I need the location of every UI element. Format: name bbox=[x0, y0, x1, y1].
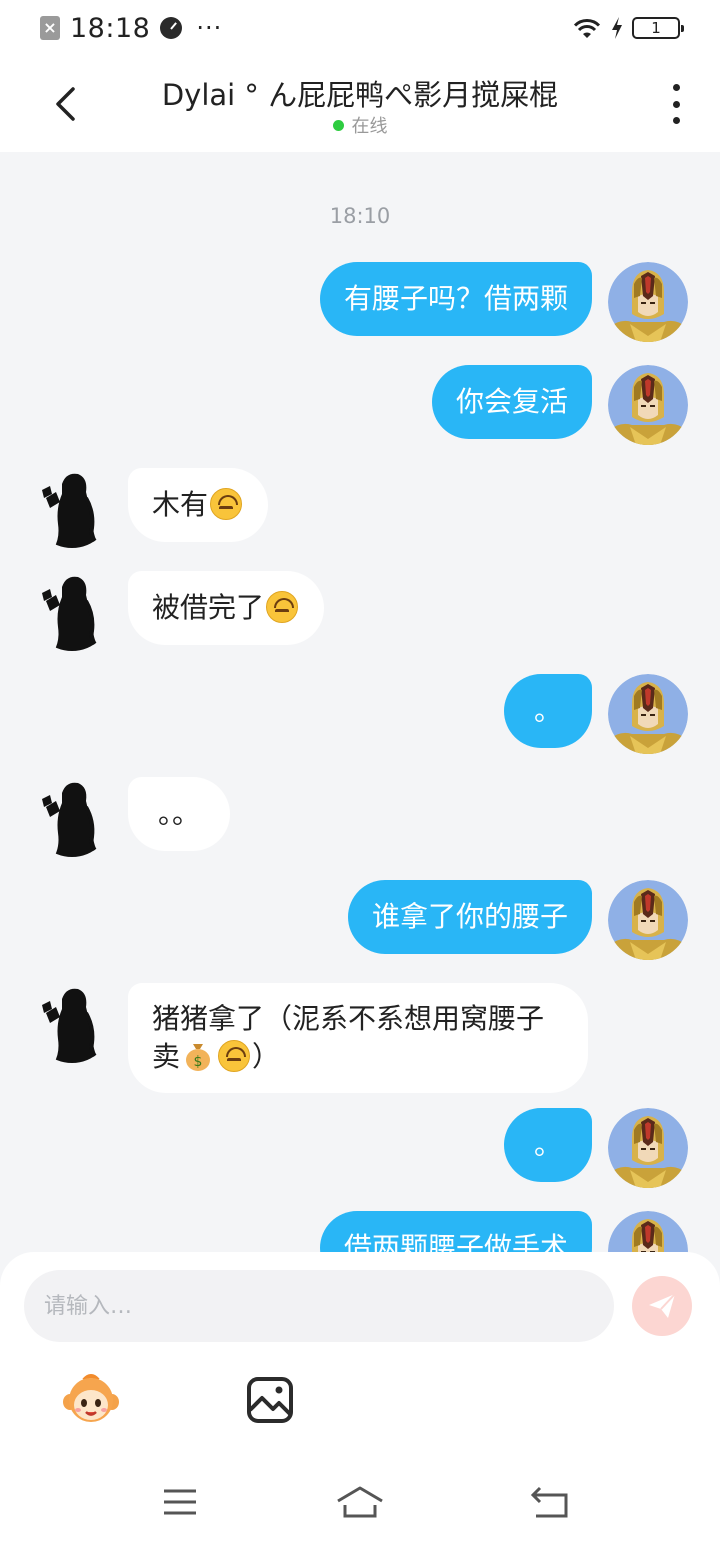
message-bubble[interactable]: 。 bbox=[503, 1108, 592, 1182]
more-dot-icon bbox=[672, 84, 680, 91]
chat-screen: × 18:18 ··· 1 Dylai ° ん屁屁鸭ぺ影月搅屎棍 在线 18:1… bbox=[0, 0, 720, 1544]
image-icon bbox=[247, 1377, 293, 1423]
message-bubble[interactable]: 谁拿了你的腰子 bbox=[347, 880, 592, 954]
back-icon bbox=[530, 1486, 568, 1518]
message-bubble[interactable]: 木有 bbox=[128, 468, 269, 542]
self-avatar[interactable] bbox=[608, 262, 688, 342]
more-button[interactable] bbox=[666, 84, 686, 124]
menu-icon bbox=[164, 1489, 196, 1515]
image-button[interactable] bbox=[246, 1376, 294, 1424]
online-status: 在线 bbox=[0, 112, 720, 138]
message-bubble[interactable]: 。。 bbox=[128, 777, 231, 851]
message-outgoing: 。 bbox=[0, 674, 720, 754]
sticker-icon bbox=[63, 1374, 119, 1422]
message-incoming: 猪猪拿了（泥系不系想用窝腰子卖 $） bbox=[0, 983, 720, 1093]
speed-icon bbox=[160, 17, 183, 39]
status-bar: × 18:18 ··· 1 bbox=[0, 0, 720, 56]
system-nav-bar bbox=[0, 1460, 720, 1544]
self-avatar[interactable] bbox=[608, 674, 688, 754]
status-time: 18:18 bbox=[70, 12, 151, 44]
contact-name: Dylai ° ん屁屁鸭ぺ影月搅屎棍 bbox=[161, 78, 559, 112]
message-bubble[interactable]: 你会复活 bbox=[431, 365, 592, 439]
message-outgoing: 有腰子吗？借两颗 bbox=[0, 262, 720, 342]
contact-avatar[interactable] bbox=[32, 571, 112, 651]
status-more-dots: ··· bbox=[196, 14, 223, 42]
upside-down-face-emoji-icon bbox=[210, 488, 243, 520]
message-incoming: 木有 bbox=[0, 468, 720, 548]
self-avatar[interactable] bbox=[608, 880, 688, 960]
charging-icon bbox=[610, 16, 624, 40]
send-button[interactable] bbox=[632, 1276, 692, 1336]
svg-text:$: $ bbox=[194, 1054, 203, 1070]
online-dot-icon bbox=[332, 119, 344, 131]
message-text: 被借完了 bbox=[152, 591, 265, 624]
contact-avatar[interactable] bbox=[32, 777, 112, 857]
message-bubble[interactable]: 有腰子吗？借两颗 bbox=[319, 262, 592, 336]
message-incoming: 被借完了 bbox=[0, 571, 720, 651]
paper-plane-icon bbox=[649, 1293, 676, 1318]
message-bubble[interactable]: 。 bbox=[503, 674, 592, 748]
upside-down-face-emoji-icon bbox=[266, 591, 299, 623]
upside-down-face-emoji-icon bbox=[218, 1040, 251, 1072]
self-avatar[interactable] bbox=[608, 365, 688, 445]
nav-menu-button[interactable] bbox=[155, 1482, 205, 1522]
more-dot-icon bbox=[672, 100, 680, 108]
message-bubble[interactable]: 被借完了 bbox=[128, 571, 325, 645]
self-avatar[interactable] bbox=[608, 1108, 688, 1188]
message-text: 木有 bbox=[152, 488, 209, 521]
message-bubble[interactable]: 猪猪拿了（泥系不系想用窝腰子卖 $） bbox=[128, 983, 588, 1093]
chat-timestamp: 18:10 bbox=[329, 204, 391, 228]
more-dot-icon bbox=[672, 117, 680, 124]
message-input[interactable] bbox=[24, 1270, 614, 1342]
message-outgoing: 谁拿了你的腰子 bbox=[0, 880, 720, 960]
nav-home-button[interactable] bbox=[335, 1482, 385, 1522]
sticker-button[interactable] bbox=[62, 1372, 120, 1426]
chat-header: Dylai ° ん屁屁鸭ぺ影月搅屎棍 在线 bbox=[0, 56, 720, 152]
online-status-label: 在线 bbox=[351, 116, 388, 137]
money-bag-emoji-icon: $ bbox=[182, 1040, 214, 1072]
home-icon bbox=[337, 1486, 383, 1518]
message-incoming: 。。 bbox=[0, 777, 720, 857]
wifi-icon bbox=[572, 16, 602, 40]
battery-icon: 1 bbox=[632, 17, 684, 39]
nav-back-button[interactable] bbox=[525, 1482, 575, 1522]
message-text: ） bbox=[252, 1040, 281, 1073]
contact-avatar[interactable] bbox=[32, 983, 112, 1063]
message-outgoing: 。 bbox=[0, 1108, 720, 1188]
contact-avatar[interactable] bbox=[32, 468, 112, 548]
notification-icon: × bbox=[40, 16, 60, 40]
battery-level: 1 bbox=[651, 19, 661, 37]
message-outgoing: 你会复活 bbox=[0, 365, 720, 445]
